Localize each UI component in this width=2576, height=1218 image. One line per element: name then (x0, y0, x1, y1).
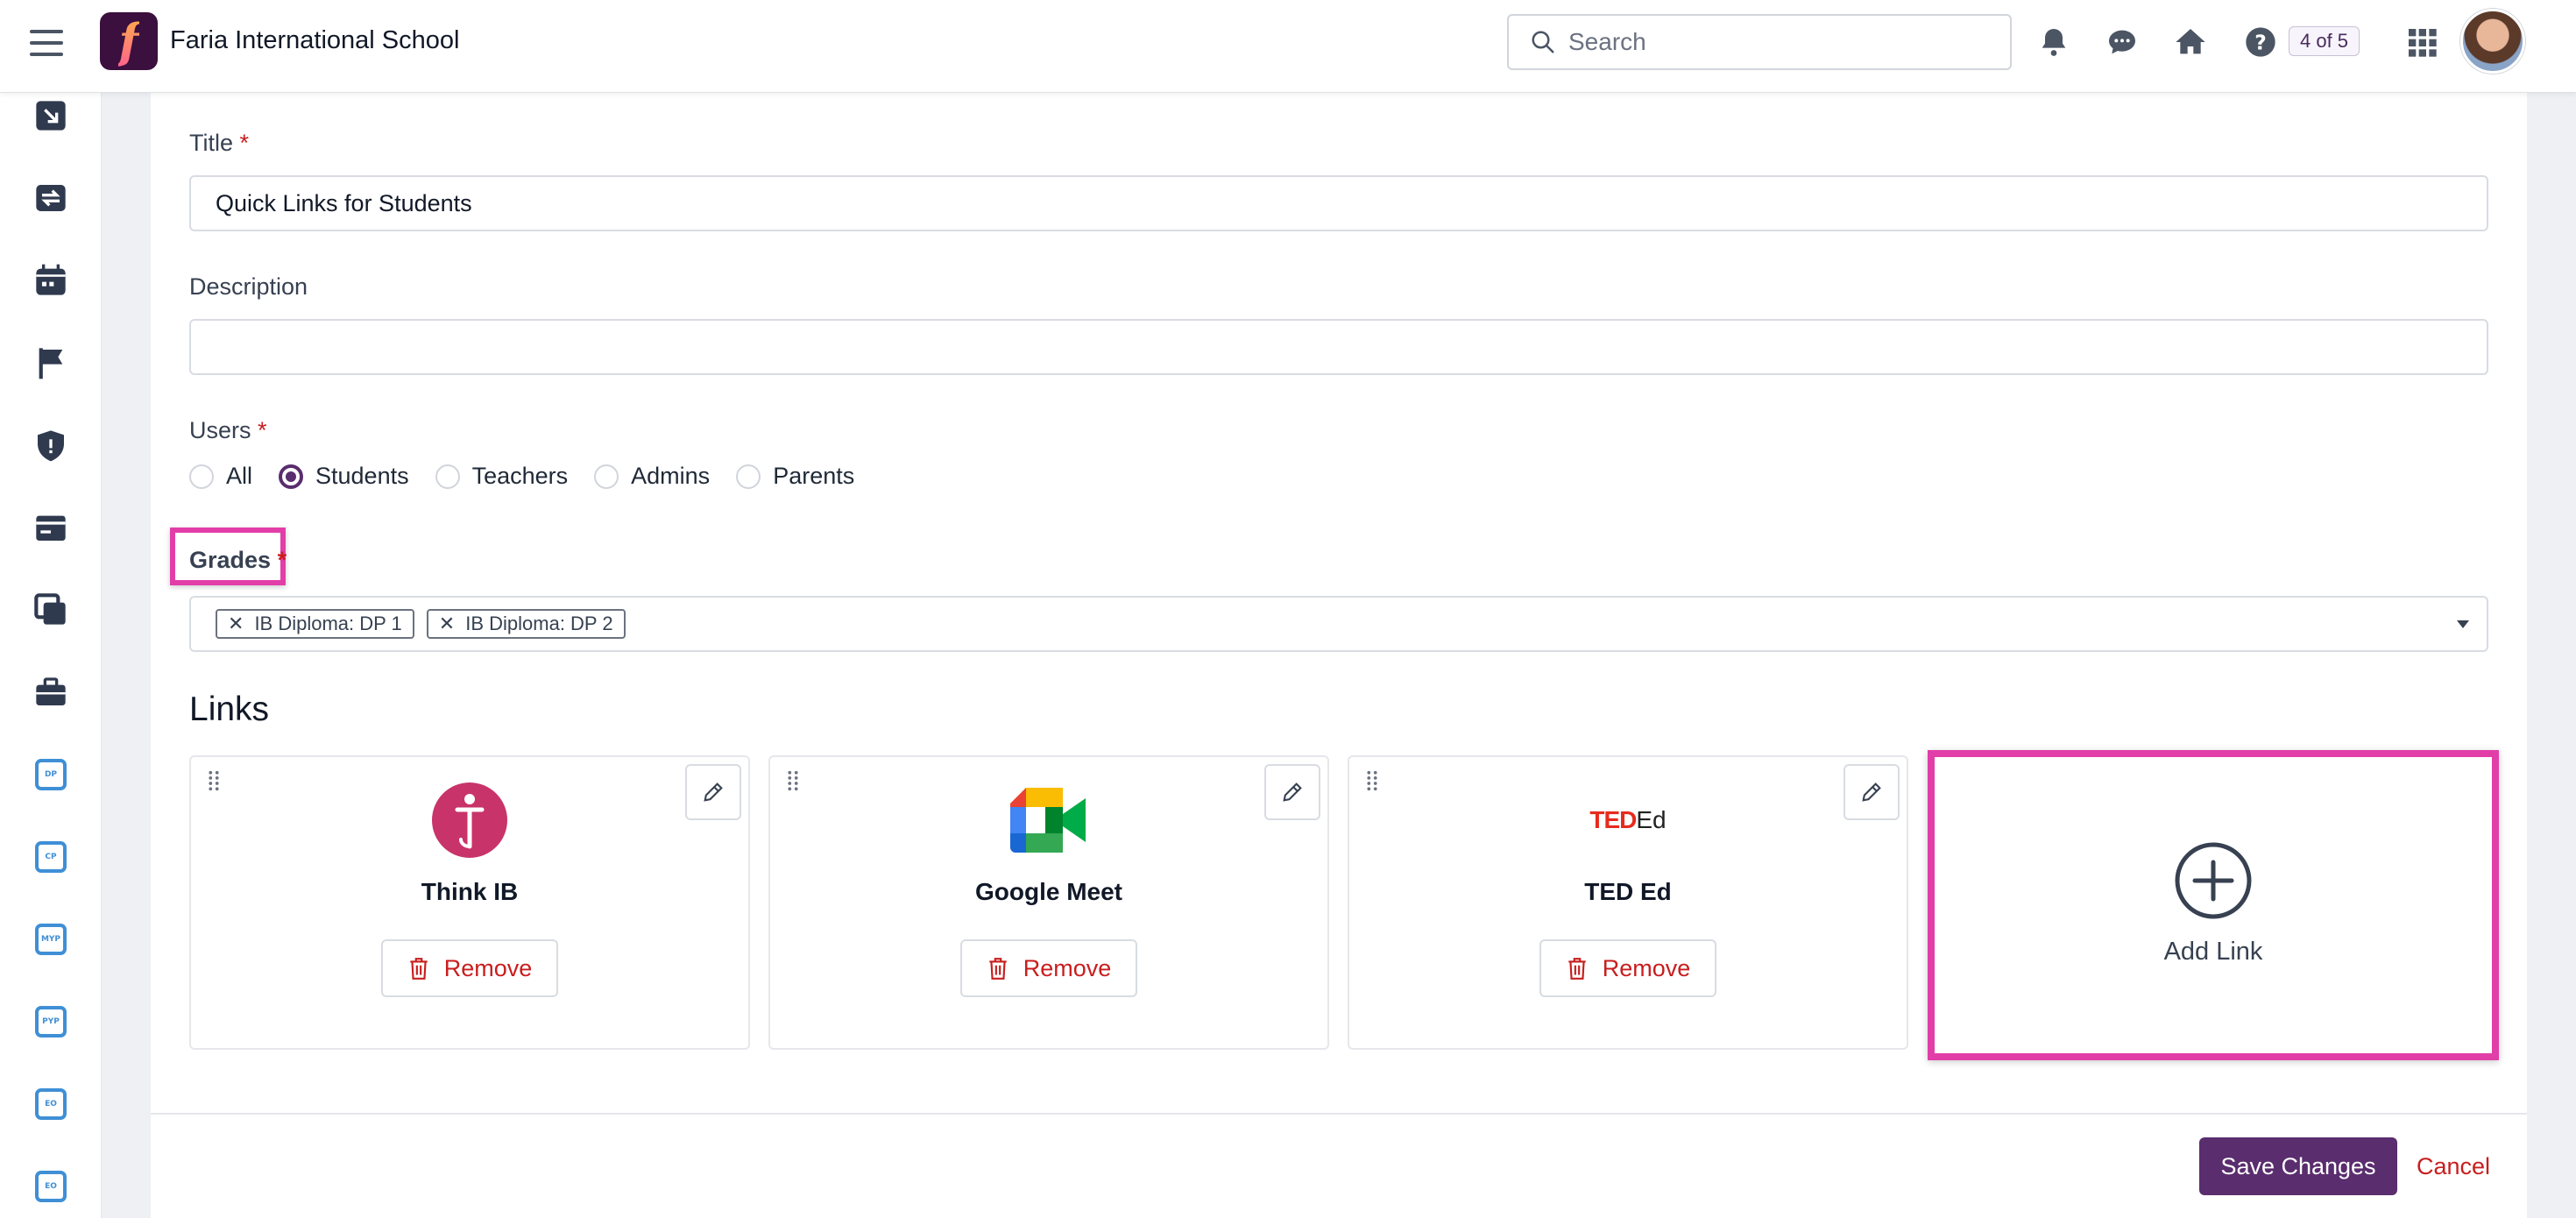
shield-icon[interactable] (33, 428, 68, 463)
program-myp-icon[interactable]: MYP (35, 924, 67, 955)
link-title: Google Meet (974, 878, 1122, 905)
page-counter-badge: 4 of 5 (2289, 26, 2360, 56)
cancel-link[interactable]: Cancel (2417, 1153, 2490, 1180)
search-icon (1532, 31, 1554, 53)
pencil-icon (704, 782, 723, 802)
link-card: TED Ed TED Ed Remove (1348, 755, 1908, 1050)
search-box[interactable] (1507, 14, 2012, 70)
users-radio-all[interactable]: All (189, 463, 252, 490)
transfer-icon[interactable] (33, 181, 68, 216)
top-header: f Faria International School ? 4 of 5 (0, 0, 2576, 93)
edit-link-button[interactable] (1844, 764, 1900, 820)
pencil-icon (1283, 782, 1302, 802)
edit-links-panel: Title * Description Users * All Students… (151, 93, 2527, 1218)
add-link-label: Add Link (2163, 938, 2263, 966)
flag-icon[interactable] (33, 345, 68, 380)
save-changes-button[interactable]: Save Changes (2199, 1137, 2397, 1195)
program-cp-icon[interactable]: CP (35, 841, 67, 873)
program-eo-icon[interactable]: EO (35, 1088, 67, 1120)
user-avatar[interactable] (2460, 9, 2525, 74)
program-eo-icon-2[interactable]: EO (35, 1171, 67, 1202)
google-meet-logo (1010, 782, 1087, 859)
description-label: Description (189, 273, 308, 300)
remove-link-button[interactable]: Remove (381, 939, 558, 997)
users-label: Users * (189, 417, 267, 443)
drag-handle-icon[interactable] (786, 769, 800, 792)
drag-handle-icon[interactable] (1365, 769, 1379, 792)
card-icon[interactable] (33, 510, 68, 545)
ted-ed-logo: TED Ed (1589, 806, 1667, 833)
search-input[interactable] (1568, 28, 1989, 56)
trash-icon (989, 958, 1007, 980)
users-radio-teachers[interactable]: Teachers (435, 463, 568, 490)
trash-icon (1568, 958, 1586, 980)
grades-select[interactable]: ✕ IB Diploma: DP 1 ✕ IB Diploma: DP 2 (189, 596, 2488, 652)
remove-link-button[interactable]: Remove (960, 939, 1137, 997)
pencil-icon (1862, 782, 1881, 802)
chat-icon[interactable] (2105, 25, 2140, 60)
chevron-down-icon[interactable] (2457, 620, 2469, 628)
sidebar: DP CP MYP PYP EO EO (0, 93, 102, 1218)
edit-link-button[interactable] (685, 764, 741, 820)
menu-icon[interactable] (30, 30, 63, 56)
edit-link-button[interactable] (1264, 764, 1320, 820)
briefcase-icon[interactable] (33, 675, 68, 710)
grades-label: Grades * (189, 547, 287, 573)
drag-handle-icon[interactable] (207, 769, 221, 792)
remove-chip-icon[interactable]: ✕ (228, 613, 244, 635)
users-radio-group: All Students Teachers Admins Parents (189, 463, 881, 490)
title-label: Title * (189, 130, 250, 156)
title-input[interactable] (189, 175, 2488, 231)
links-heading: Links (189, 690, 270, 728)
help-icon[interactable]: ? (2243, 25, 2278, 60)
grade-chip: ✕ IB Diploma: DP 1 (216, 609, 414, 639)
remove-link-button[interactable]: Remove (1539, 939, 1716, 997)
home-icon[interactable] (2173, 25, 2208, 60)
users-radio-parents[interactable]: Parents (736, 463, 854, 490)
apps-grid-icon[interactable] (2404, 25, 2439, 60)
users-radio-students[interactable]: Students (279, 463, 409, 490)
plus-circle-icon (2175, 842, 2252, 919)
copy-icon[interactable] (33, 592, 68, 627)
bell-icon[interactable] (2036, 25, 2071, 60)
link-title: Think IB (421, 878, 519, 905)
link-card: Google Meet Remove (768, 755, 1329, 1050)
arrow-down-right-icon[interactable] (33, 98, 68, 133)
link-card: Think IB Remove (189, 755, 750, 1050)
description-input[interactable] (189, 319, 2488, 375)
svg-text:?: ? (2254, 30, 2267, 54)
program-pyp-icon[interactable]: PYP (35, 1006, 67, 1037)
grade-chip: ✕ IB Diploma: DP 2 (426, 609, 626, 639)
school-logo[interactable]: f (100, 12, 158, 70)
school-name: Faria International School (170, 26, 460, 54)
add-link-button[interactable]: Add Link (1928, 750, 2499, 1060)
footer-divider (151, 1113, 2527, 1115)
link-title: TED Ed (1584, 878, 1672, 905)
remove-chip-icon[interactable]: ✕ (439, 613, 455, 635)
users-radio-admins[interactable]: Admins (594, 463, 710, 490)
think-ib-logo (431, 782, 508, 859)
trash-icon (410, 958, 428, 980)
program-dp-icon[interactable]: DP (35, 759, 67, 790)
calendar-icon[interactable] (33, 263, 68, 298)
